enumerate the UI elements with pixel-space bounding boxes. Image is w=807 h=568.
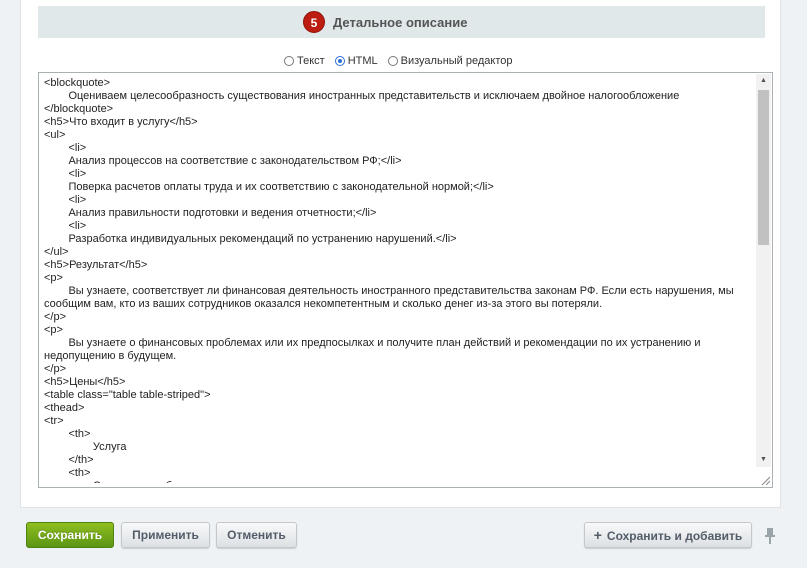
html-editor-content[interactable]: <blockquote> Оцениваем целесообразность …: [44, 77, 754, 483]
cancel-button[interactable]: Отменить: [216, 522, 297, 548]
mode-option-visual[interactable]: Визуальный редактор: [387, 55, 513, 67]
pin-icon[interactable]: [763, 527, 777, 545]
mode-option-text-label: Текст: [297, 55, 325, 67]
radio-text[interactable]: [284, 56, 294, 66]
editor-mode-switch: Текст HTML Визуальный редактор: [284, 53, 523, 69]
section-title: Детальное описание: [333, 15, 468, 30]
section-header: 5 Детальное описание: [38, 6, 765, 38]
mode-option-text[interactable]: Текст: [284, 55, 325, 67]
save-button[interactable]: Сохранить: [26, 522, 114, 548]
editor-scrollbar[interactable]: ▲ ▼: [756, 74, 771, 467]
mode-option-html-label: HTML: [347, 55, 378, 67]
step-badge: 5: [303, 11, 325, 33]
scrollbar-thumb[interactable]: [758, 90, 769, 245]
mode-option-visual-label: Визуальный редактор: [400, 55, 513, 67]
scroll-down-icon[interactable]: ▼: [756, 453, 771, 467]
form-panel: 5 Детальное описание Текст HTML Визуальн…: [20, 0, 781, 508]
resize-handle-icon[interactable]: [759, 474, 771, 486]
scroll-up-icon[interactable]: ▲: [756, 74, 771, 88]
plus-icon: +: [593, 527, 602, 543]
save-and-add-button[interactable]: + Сохранить и добавить: [584, 522, 752, 548]
radio-visual-editor[interactable]: [387, 56, 398, 66]
apply-button[interactable]: Применить: [121, 522, 210, 548]
save-and-add-label: Сохранить и добавить: [606, 529, 743, 543]
mode-option-html[interactable]: HTML: [334, 55, 378, 67]
html-editor[interactable]: <blockquote> Оцениваем целесообразность …: [38, 72, 773, 488]
radio-html[interactable]: [334, 56, 345, 66]
